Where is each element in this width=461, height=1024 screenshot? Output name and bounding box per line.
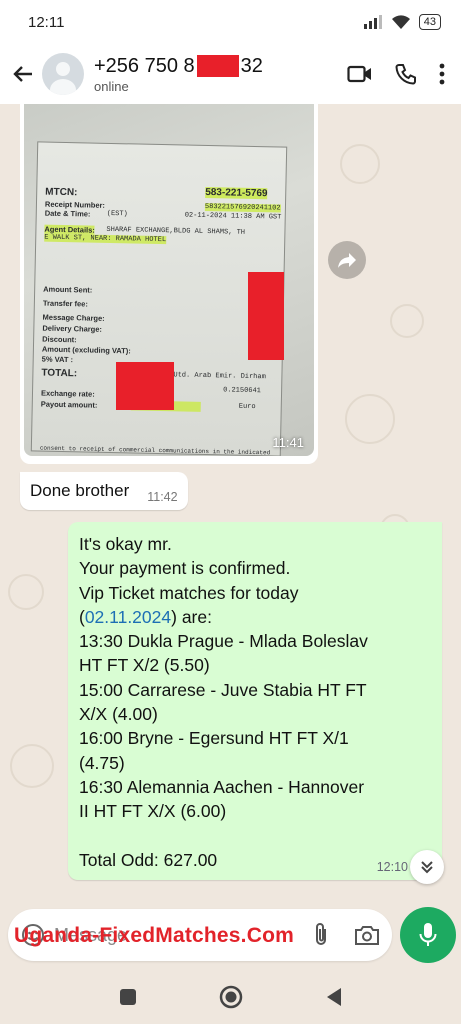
message-line: II HT FT X/X (6.00) [79, 801, 227, 822]
date-time-zone: (EST) [106, 209, 128, 219]
forward-icon [338, 253, 356, 268]
agent-value-2: E WALK ST, NEAR: RAMADA HOTEL [44, 233, 167, 245]
message-line: Vip Ticket matches for today [79, 582, 299, 603]
receipt-photo[interactable]: MTCN: 583-221-5769 Receipt Number: 58322… [24, 104, 314, 456]
double-chevron-down-icon [421, 861, 433, 874]
message-time: 12:10 [376, 860, 408, 874]
currency-to: Euro [238, 402, 256, 412]
redaction-mark [248, 272, 284, 360]
date-link[interactable]: 02.11.2024 [85, 607, 171, 627]
message-line: (02.11.2024) are: [79, 605, 430, 629]
message-time: 11:42 [147, 490, 178, 504]
exchange-rate-label: Exchange rate: [40, 388, 95, 399]
message-line: Your payment is confirmed. [79, 558, 291, 579]
camera-icon[interactable] [354, 924, 380, 946]
message-line: It's okay mr. [79, 534, 172, 554]
receipt-footer: consent to receipt of commercial communi… [39, 444, 271, 456]
wallpaper-doodle [8, 574, 44, 610]
currency-from: Utd. Arab Emir. Dirham [173, 371, 266, 382]
status-bar: 12:11 43 [0, 0, 461, 44]
wallpaper-doodle [340, 144, 380, 184]
more-options-icon[interactable] [439, 63, 445, 85]
back-triangle-icon[interactable] [325, 987, 343, 1007]
status-time: 12:11 [28, 13, 65, 31]
back-arrow-icon[interactable] [10, 61, 36, 87]
date-time-label: Date & Time: [44, 208, 91, 219]
battery-icon: 43 [418, 14, 441, 30]
signal-icon [363, 15, 382, 29]
wallpaper-doodle [345, 394, 395, 444]
phone-call-icon[interactable] [395, 63, 417, 85]
message-text: Done brother [30, 481, 130, 500]
forward-button[interactable] [328, 241, 366, 279]
message-input[interactable] [54, 924, 312, 946]
exchange-rate-value: 0.2150641 [223, 386, 261, 396]
attach-icon[interactable] [312, 922, 330, 948]
message-line: X/X (4.00) [79, 704, 158, 725]
microphone-icon [419, 923, 437, 946]
message-line: 15:00 Carrarese - Juve Stabia HT FT [79, 679, 367, 700]
amount-excl-vat-label: Amount (excluding VAT): [41, 344, 131, 356]
home-icon[interactable] [219, 985, 243, 1009]
recents-icon[interactable] [119, 988, 137, 1006]
payout-amount-label: Payout amount: [40, 399, 98, 410]
image-timestamp: 11:41 [272, 435, 304, 450]
emoji-icon[interactable] [20, 922, 46, 948]
image-message[interactable]: MTCN: 583-221-5769 Receipt Number: 58322… [20, 104, 318, 464]
message-charge-label: Message Charge: [42, 312, 105, 323]
system-navigation-bar [0, 970, 461, 1024]
amount-sent-label: Amount Sent: [43, 284, 93, 295]
redaction-mark [116, 362, 174, 410]
redaction-mark [196, 55, 239, 77]
transfer-fee-label: Transfer fee: [42, 298, 89, 309]
message-line: HT FT X/2 (5.50) [79, 655, 210, 676]
wallpaper-doodle [390, 304, 424, 338]
message-line: (4.75) [79, 752, 125, 773]
incoming-message[interactable]: Done brother 11:42 [20, 472, 188, 510]
receipt-number-value: 583221576920241102 [204, 202, 281, 213]
chat-area[interactable]: MTCN: 583-221-5769 Receipt Number: 58322… [0, 104, 461, 904]
message-line: 13:30 Dukla Prague - Mlada Boleslav [79, 631, 368, 652]
contact-info[interactable]: +256 750 8 32 online [94, 55, 347, 94]
wifi-icon [391, 15, 410, 29]
date-time-value: 02-11-2024 11:38 AM GST [184, 211, 282, 222]
vat-label: 5% VAT : [41, 354, 74, 365]
input-actions [312, 922, 380, 948]
delivery-charge-label: Delivery Charge: [42, 323, 103, 334]
scroll-to-bottom-button[interactable] [410, 850, 444, 884]
mic-button[interactable] [400, 907, 456, 963]
paren-close: ) are: [171, 606, 212, 627]
contact-name: +256 750 8 32 [94, 55, 347, 78]
message-input-bar [8, 909, 392, 961]
contact-number-prefix: +256 750 8 [94, 54, 195, 77]
avatar[interactable] [42, 53, 84, 95]
status-icons: 43 [363, 14, 441, 30]
wallpaper-doodle [10, 744, 54, 788]
header-actions [347, 63, 451, 85]
mtcn-value: 583-221-5769 [205, 186, 268, 200]
outgoing-message[interactable]: It's okay mr. Your payment is confirmed.… [68, 522, 442, 880]
video-call-icon[interactable] [347, 64, 373, 84]
contact-number-suffix: 32 [240, 54, 263, 77]
discount-label: Discount: [42, 334, 77, 345]
message-line: 16:00 Bryne - Egersund HT FT X/1 [79, 728, 349, 749]
total-label: TOTAL: [41, 367, 78, 380]
contact-status: online [94, 78, 129, 94]
message-line: 16:30 Alemannia Aachen - Hannover [79, 776, 365, 797]
chat-header: +256 750 8 32 online [0, 44, 461, 104]
mtcn-label: MTCN: [45, 186, 78, 199]
